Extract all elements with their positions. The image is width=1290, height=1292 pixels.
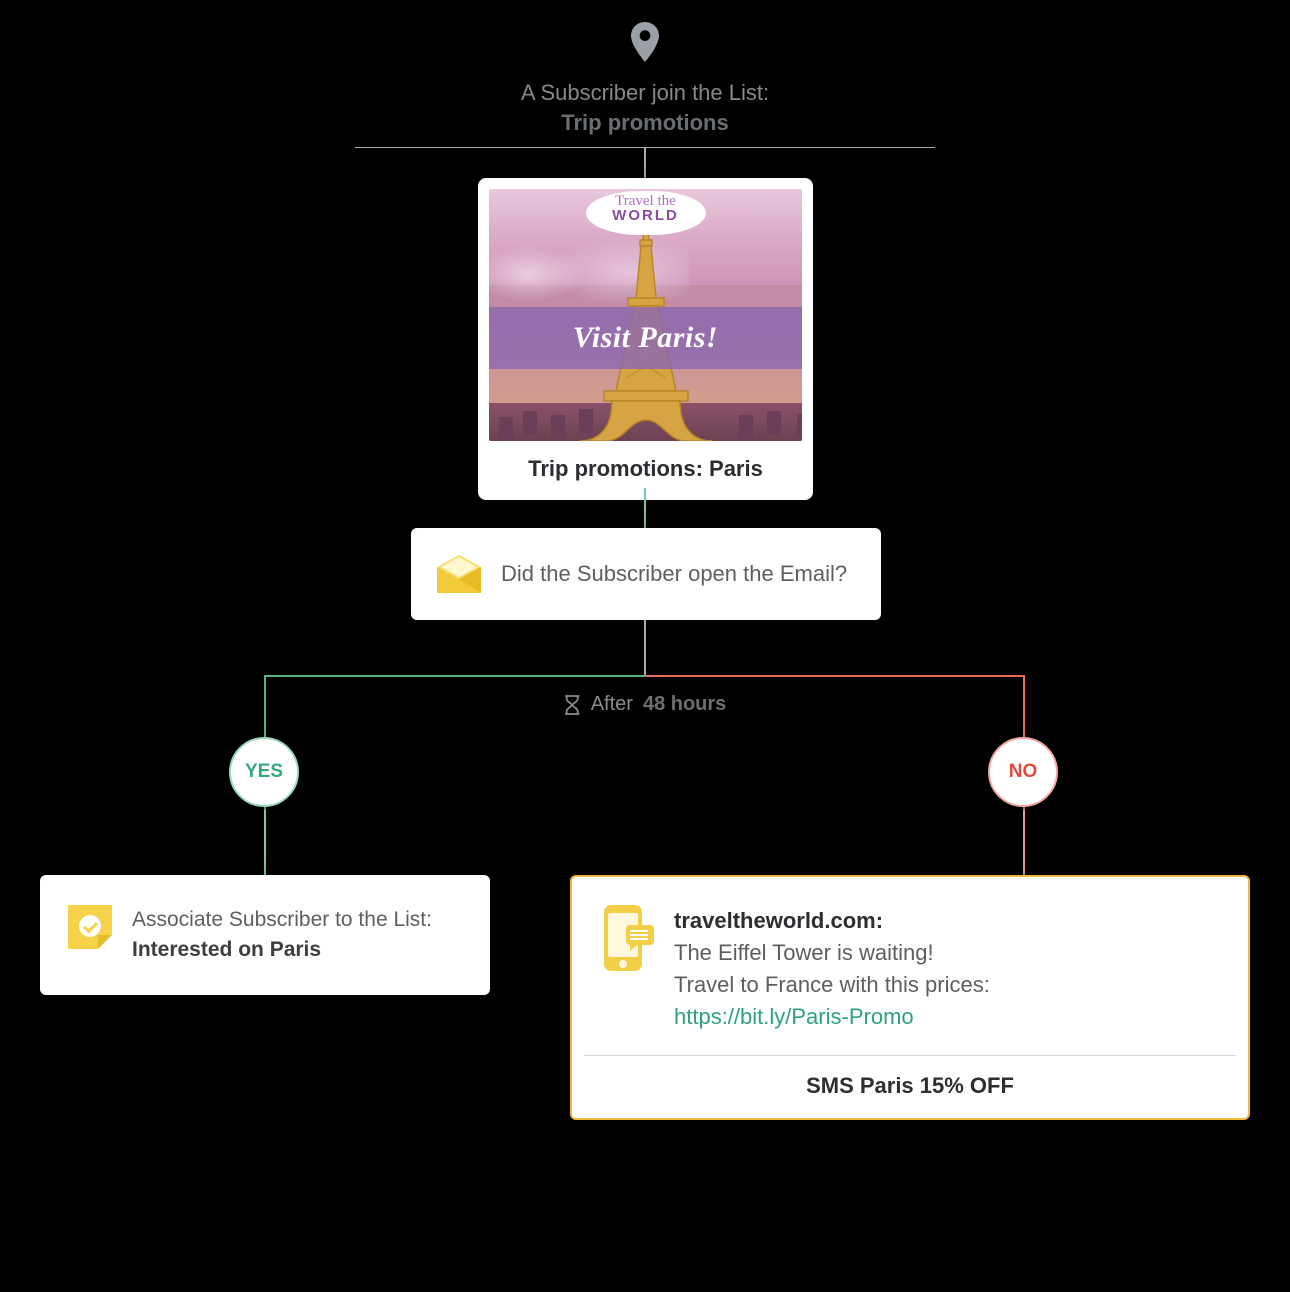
branch-yes-badge: YES	[229, 737, 299, 807]
hourglass-icon	[564, 695, 581, 715]
trigger-list-name: Trip promotions	[521, 108, 769, 138]
connector	[644, 620, 646, 675]
condition-text: Did the Subscriber open the Email?	[501, 561, 847, 587]
automation-flow-canvas: A Subscriber join the List: Trip promoti…	[0, 0, 1290, 1292]
sms-sender: traveltheworld.com:	[674, 905, 990, 937]
sms-body-line2: Travel to France with this prices:	[674, 969, 990, 1001]
email-preview-image: Travel the WORLD Visit Paris!	[489, 189, 802, 441]
branch-no-badge: NO	[988, 737, 1058, 807]
action-associate-list[interactable]: Associate Subscriber to the List: Intere…	[40, 875, 490, 995]
condition-node[interactable]: Did the Subscriber open the Email?	[411, 528, 881, 620]
yes-label: YES	[245, 761, 283, 783]
sms-phone-icon	[600, 905, 652, 971]
delay-prefix: After	[591, 693, 633, 716]
sms-body-line1: The Eiffel Tower is waiting!	[674, 937, 990, 969]
connector	[644, 488, 646, 528]
connector-no	[645, 675, 1023, 677]
connector-no	[1023, 810, 1025, 875]
yes-action-list-name: Interested on Paris	[132, 935, 432, 965]
start-pin-icon	[629, 22, 661, 67]
no-label: NO	[1009, 761, 1038, 783]
sms-link[interactable]: https://bit.ly/Paris-Promo	[674, 1001, 990, 1033]
delay-value: 48 hours	[643, 693, 726, 716]
list-note-icon	[68, 905, 112, 949]
delay-label: After 48 hours	[564, 693, 727, 716]
banner-text: Visit Paris!	[573, 321, 718, 355]
email-open-icon	[435, 553, 483, 595]
email-banner: Visit Paris!	[489, 307, 802, 369]
badge-line2: WORLD	[586, 208, 706, 224]
action-send-sms[interactable]: traveltheworld.com: The Eiffel Tower is …	[570, 875, 1250, 1120]
sms-campaign-name: SMS Paris 15% OFF	[572, 1056, 1248, 1118]
brand-badge: Travel the WORLD	[586, 191, 706, 235]
connector-yes	[264, 675, 645, 677]
connector-yes	[264, 810, 266, 875]
yes-action-line1: Associate Subscriber to the List:	[132, 905, 432, 935]
connector	[644, 148, 646, 178]
trigger-line1: A Subscriber join the List:	[521, 78, 769, 108]
email-node[interactable]: Travel the WORLD Visit Paris! Trip promo…	[478, 178, 813, 500]
trigger-description: A Subscriber join the List: Trip promoti…	[521, 78, 769, 138]
